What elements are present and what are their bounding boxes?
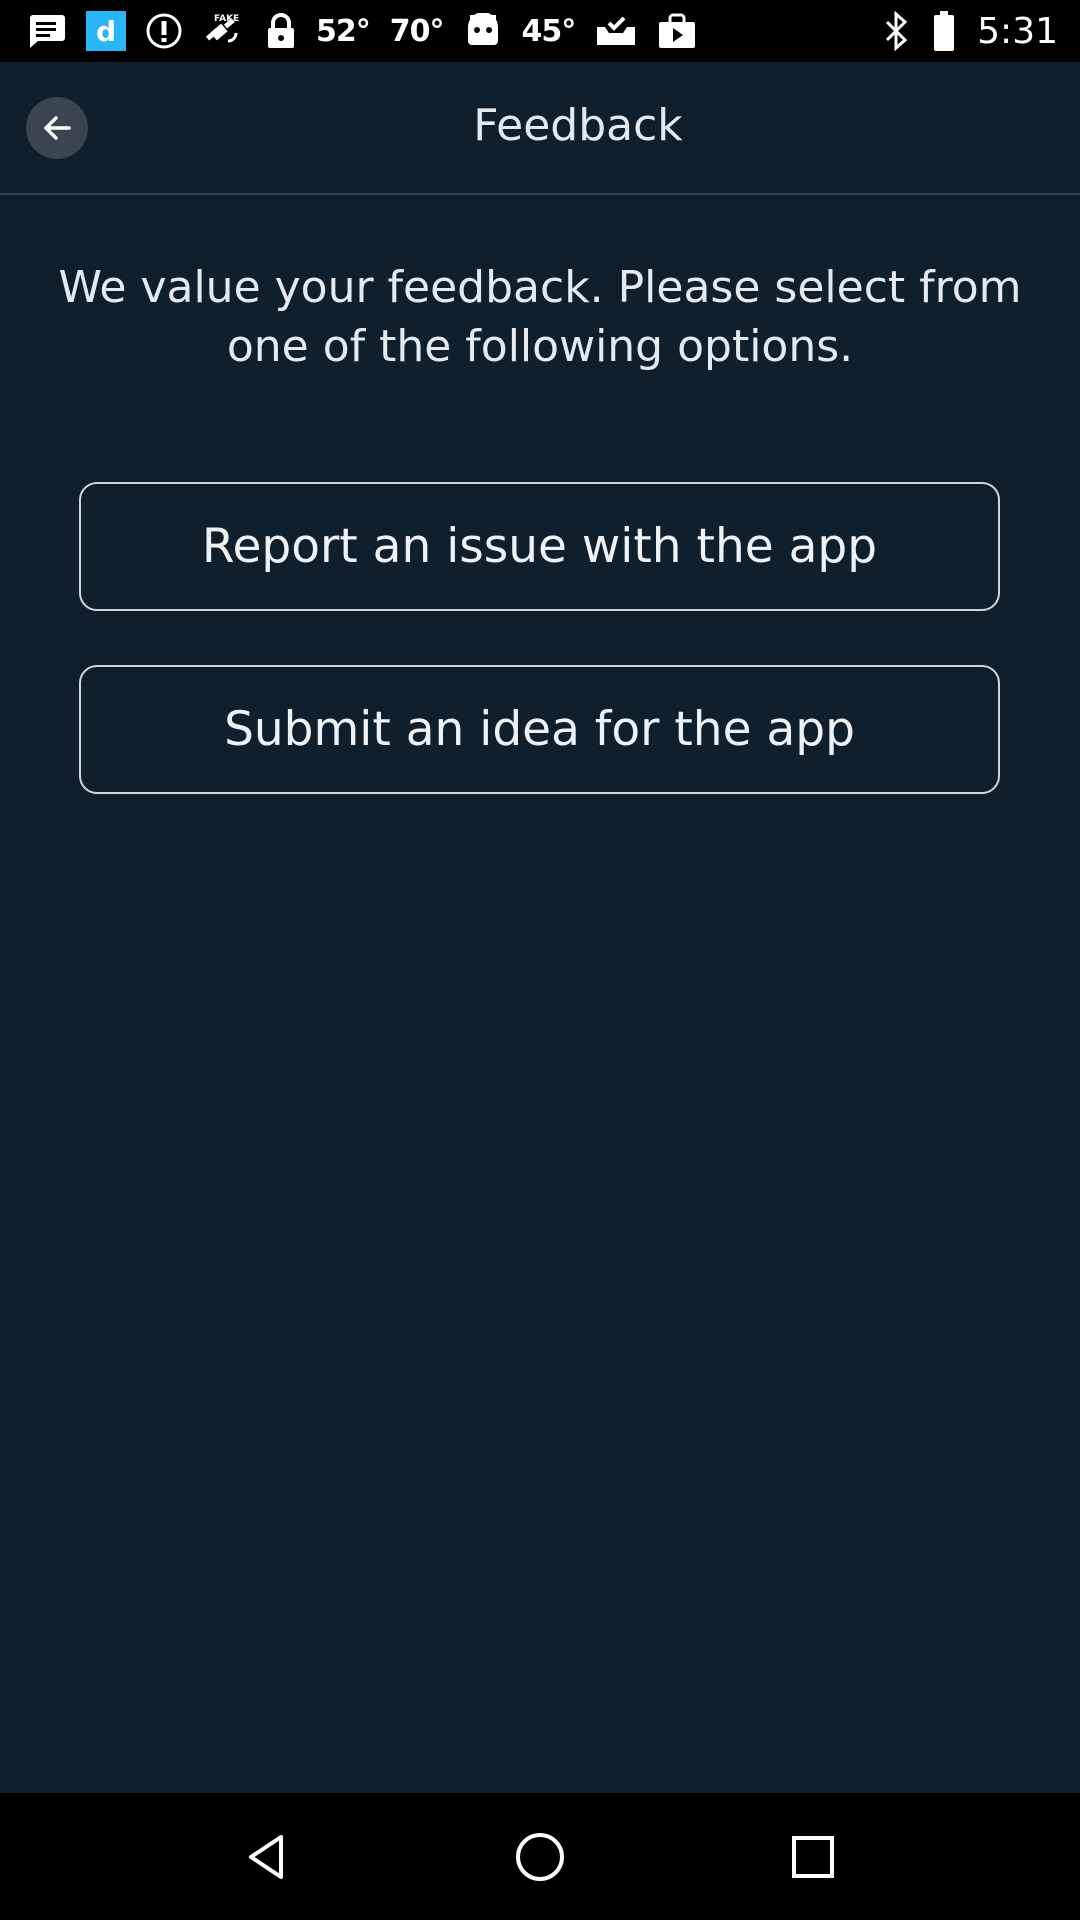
play-bag-icon bbox=[657, 12, 697, 50]
status-bar: d FAKE 52° 70° 45° 5:31 bbox=[0, 0, 1080, 62]
robot-icon bbox=[464, 13, 502, 49]
nav-back-button[interactable] bbox=[222, 1812, 312, 1902]
report-issue-button[interactable]: Report an issue with the app bbox=[79, 482, 1000, 611]
temperature-1: 52° bbox=[316, 13, 371, 49]
info-icon bbox=[146, 13, 182, 49]
status-notifications: d FAKE 52° 70° 45° bbox=[26, 11, 883, 51]
fake-gps-icon: FAKE bbox=[202, 11, 246, 51]
bluetooth-icon bbox=[883, 11, 911, 51]
page-title: Feedback bbox=[473, 100, 683, 151]
lock-icon bbox=[266, 12, 296, 50]
svg-text:d: d bbox=[96, 15, 116, 48]
submit-idea-button[interactable]: Submit an idea for the app bbox=[79, 665, 1000, 794]
app-d-icon: d bbox=[86, 11, 126, 51]
navigation-bar bbox=[0, 1793, 1080, 1920]
battery-icon bbox=[933, 11, 955, 51]
nav-recents-button[interactable] bbox=[768, 1812, 858, 1902]
temperature-2: 70° bbox=[389, 13, 445, 49]
recents-square-icon bbox=[785, 1829, 841, 1885]
back-triangle-icon bbox=[239, 1829, 295, 1885]
app-bar: Feedback bbox=[0, 62, 1080, 195]
nav-home-button[interactable] bbox=[495, 1812, 585, 1902]
temperature-3: 45° bbox=[521, 13, 577, 49]
status-system: 5:31 bbox=[883, 11, 1058, 52]
status-time: 5:31 bbox=[977, 10, 1058, 52]
message-icon bbox=[26, 12, 66, 50]
mail-check-icon bbox=[595, 13, 637, 49]
intro-text: We value your feedback. Please select fr… bbox=[58, 262, 1022, 372]
home-circle-icon bbox=[512, 1829, 568, 1885]
